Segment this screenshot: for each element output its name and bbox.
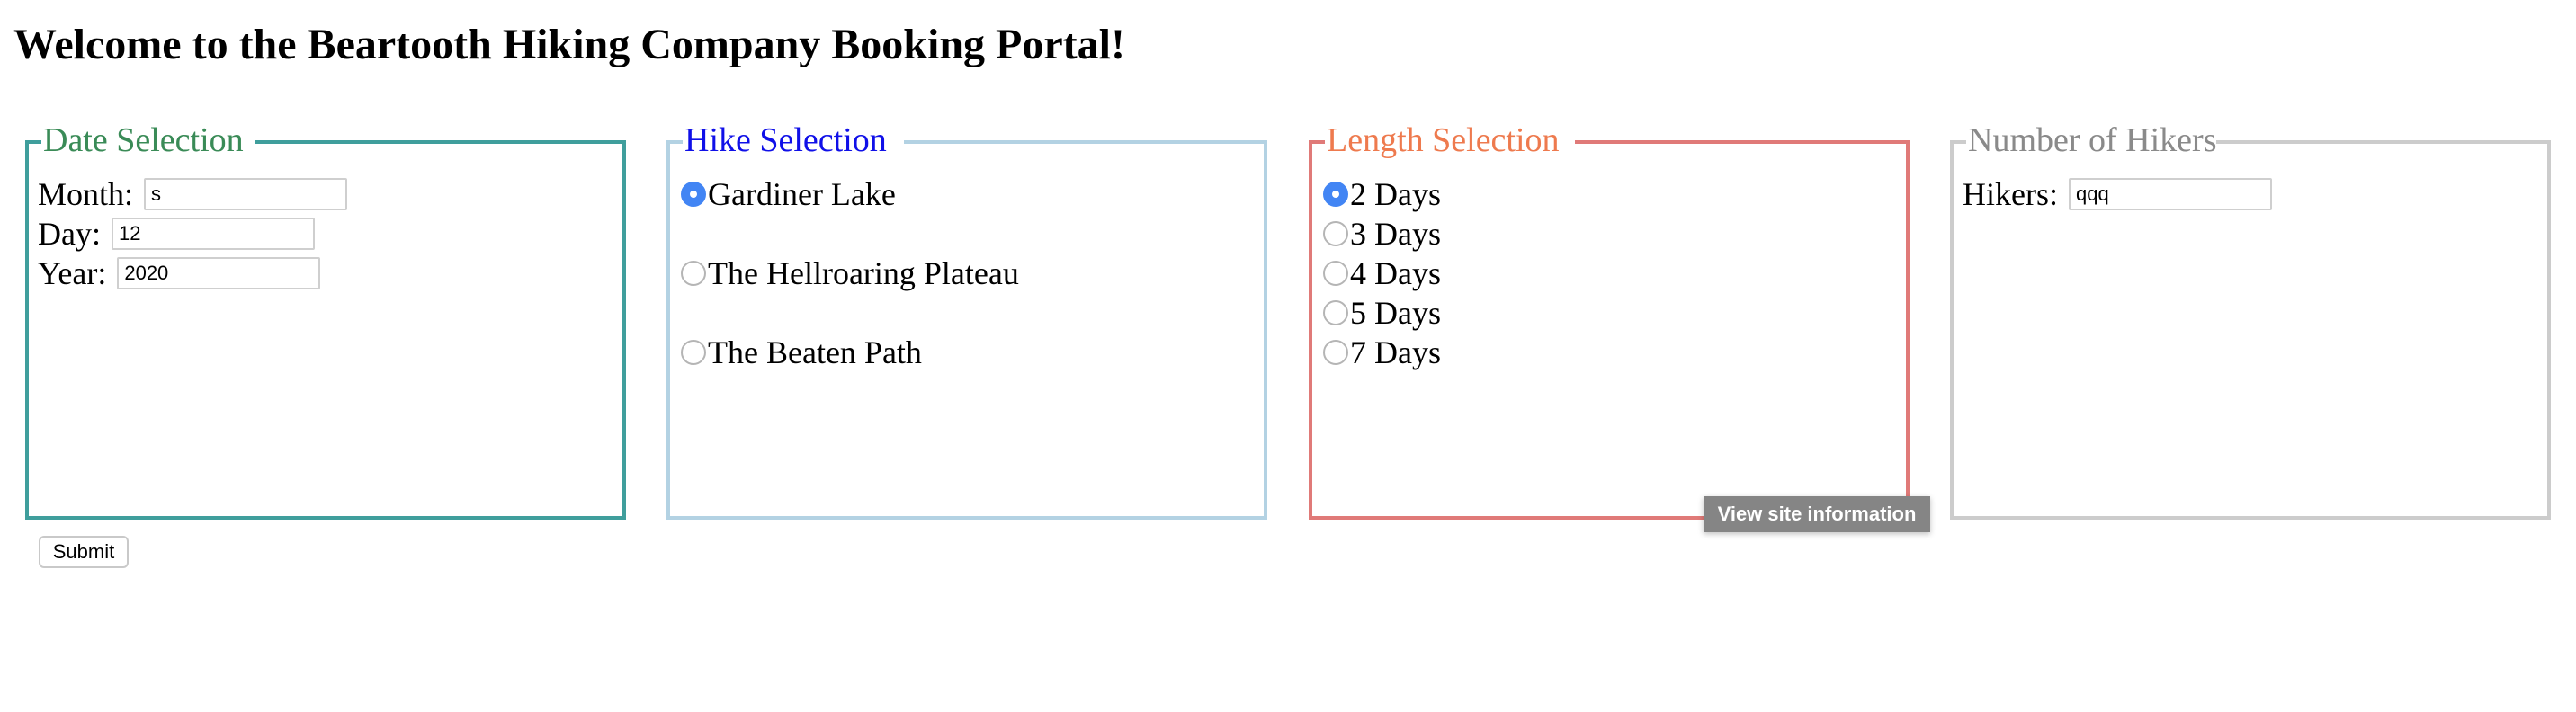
number-of-hikers-fieldset: Number of Hikers Hikers: (1950, 113, 2551, 520)
length-option-label: 2 Days (1350, 176, 1441, 212)
hike-selection-fieldset: Hike Selection Gardiner Lake The Hellroa… (666, 113, 1267, 520)
date-selection-legend: Date Selection (41, 113, 246, 167)
length-selection-legend: Length Selection (1325, 113, 1561, 167)
submit-button[interactable]: Submit (39, 536, 129, 568)
length-option-label: 7 Days (1350, 334, 1441, 370)
hike-option-label: The Beaten Path (708, 334, 922, 370)
year-row: Year: (38, 254, 321, 293)
length-option-2-days[interactable]: 2 Days (1323, 174, 1441, 214)
hike-radio-beaten-path[interactable] (681, 340, 706, 365)
hike-option-label: Gardiner Lake (708, 176, 896, 212)
day-input[interactable] (111, 218, 315, 250)
length-radio-3-days[interactable] (1323, 221, 1348, 246)
length-option-4-days[interactable]: 4 Days (1323, 254, 1441, 293)
hike-option-hellroaring-plateau[interactable]: The Hellroaring Plateau (681, 254, 1019, 293)
length-option-7-days[interactable]: 7 Days (1323, 333, 1441, 372)
number-of-hikers-legend: Number of Hikers (1966, 113, 2219, 167)
year-label: Year: (38, 255, 107, 291)
year-input[interactable] (117, 257, 321, 289)
length-radio-4-days[interactable] (1323, 261, 1348, 286)
hike-radio-gardiner-lake[interactable] (681, 182, 706, 207)
hike-option-label: The Hellroaring Plateau (708, 255, 1019, 291)
length-option-label: 5 Days (1350, 295, 1441, 331)
site-information-tooltip: View site information (1704, 496, 1930, 532)
hikers-row: Hikers: (1963, 174, 2272, 214)
length-radio-2-days[interactable] (1323, 182, 1348, 207)
hike-selection-legend: Hike Selection (683, 113, 889, 167)
hike-option-beaten-path[interactable]: The Beaten Path (681, 333, 922, 372)
length-selection-fieldset: Length Selection 2 Days 3 Days 4 Days 5 … (1309, 113, 1910, 520)
month-row: Month: (38, 174, 348, 214)
month-label: Month: (38, 176, 134, 212)
length-radio-5-days[interactable] (1323, 300, 1348, 325)
length-option-label: 4 Days (1350, 255, 1441, 291)
day-label: Day: (38, 216, 101, 252)
length-radio-7-days[interactable] (1323, 340, 1348, 365)
month-input[interactable] (144, 178, 348, 210)
hike-radio-hellroaring-plateau[interactable] (681, 261, 706, 286)
length-option-5-days[interactable]: 5 Days (1323, 293, 1441, 333)
length-option-3-days[interactable]: 3 Days (1323, 214, 1441, 254)
hike-option-gardiner-lake[interactable]: Gardiner Lake (681, 174, 896, 214)
date-selection-fieldset: Date Selection Month: Day: Year: (25, 113, 626, 520)
day-row: Day: (38, 214, 315, 254)
page-title: Welcome to the Beartooth Hiking Company … (13, 21, 1125, 68)
hikers-input[interactable] (2068, 178, 2272, 210)
hikers-label: Hikers: (1963, 176, 2058, 212)
length-option-label: 3 Days (1350, 216, 1441, 252)
